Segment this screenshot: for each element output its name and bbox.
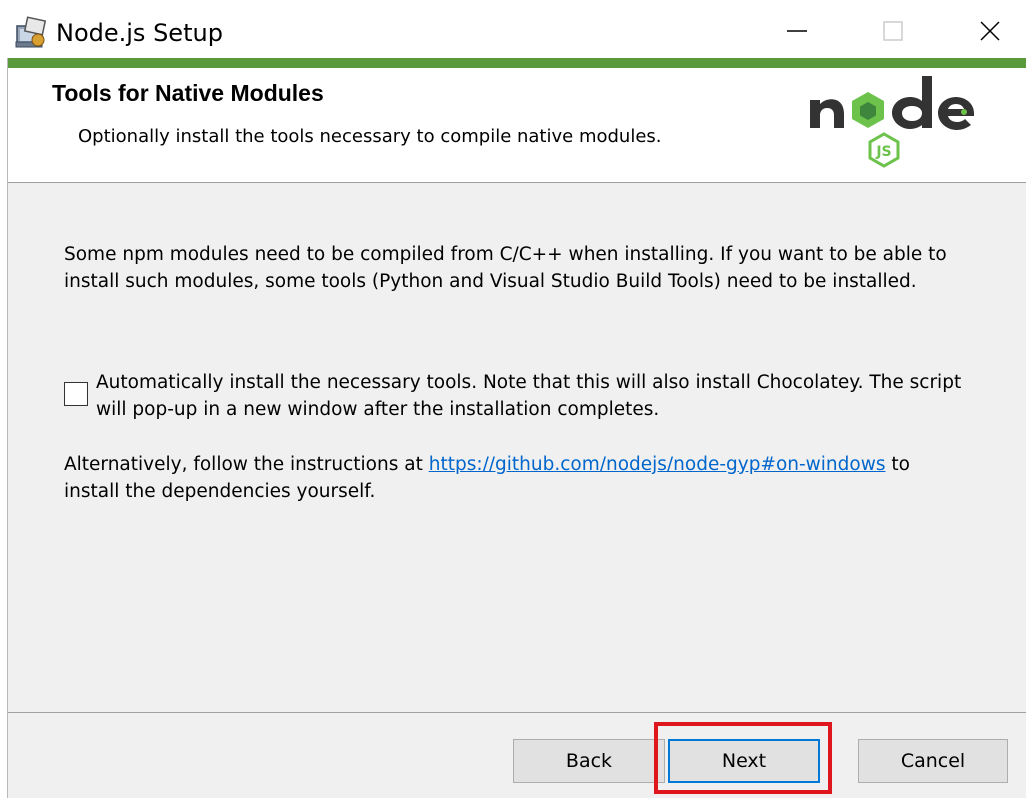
description-paragraph: Some npm modules need to be compiled fro… xyxy=(64,241,947,295)
footer-divider xyxy=(8,712,1026,713)
alternative-suffix: to xyxy=(885,454,910,475)
window-title: Node.js Setup xyxy=(56,19,223,47)
install-tools-checkbox[interactable] xyxy=(64,382,88,406)
installer-icon xyxy=(15,16,47,48)
cancel-button[interactable]: Cancel xyxy=(858,739,1008,783)
maximize-button[interactable] xyxy=(866,8,920,54)
logo-js-badge: JS xyxy=(875,144,891,160)
install-tools-label[interactable]: Automatically install the necessary tool… xyxy=(96,369,961,423)
page-subtitle: Optionally install the tools necessary t… xyxy=(78,126,662,147)
maximize-icon xyxy=(883,21,903,41)
close-icon xyxy=(980,21,1000,41)
minimize-icon xyxy=(787,30,807,32)
page-title: Tools for Native Modules xyxy=(52,80,324,106)
alternative-line-1: Alternatively, follow the instructions a… xyxy=(64,451,910,478)
description-line-1: Some npm modules need to be compiled fro… xyxy=(64,244,947,265)
alternative-line-2: install the dependencies yourself. xyxy=(64,481,376,502)
description-line-2: install such modules, some tools (Python… xyxy=(64,271,917,292)
install-tools-label-line-1: Automatically install the necessary tool… xyxy=(96,372,962,393)
alternative-prefix: Alternatively, follow the instructions a… xyxy=(64,454,429,475)
next-button[interactable]: Next xyxy=(668,739,820,783)
back-button[interactable]: Back xyxy=(513,739,665,783)
node-gyp-link[interactable]: https://github.com/nodejs/node-gyp#on-wi… xyxy=(429,454,886,475)
nodejs-logo: JS xyxy=(810,76,974,168)
title-accent-bar xyxy=(8,58,1026,68)
minimize-button[interactable] xyxy=(770,8,824,54)
close-button[interactable] xyxy=(963,8,1017,54)
title-bar[interactable]: Node.js Setup xyxy=(8,0,1026,58)
install-tools-label-line-2: will pop-up in a new window after the in… xyxy=(96,399,660,420)
setup-window: Node.js Setup Tools for Native Modules O… xyxy=(8,0,1026,798)
alternative-paragraph: Alternatively, follow the instructions a… xyxy=(64,451,910,505)
header-banner: Tools for Native Modules Optionally inst… xyxy=(8,68,1026,183)
